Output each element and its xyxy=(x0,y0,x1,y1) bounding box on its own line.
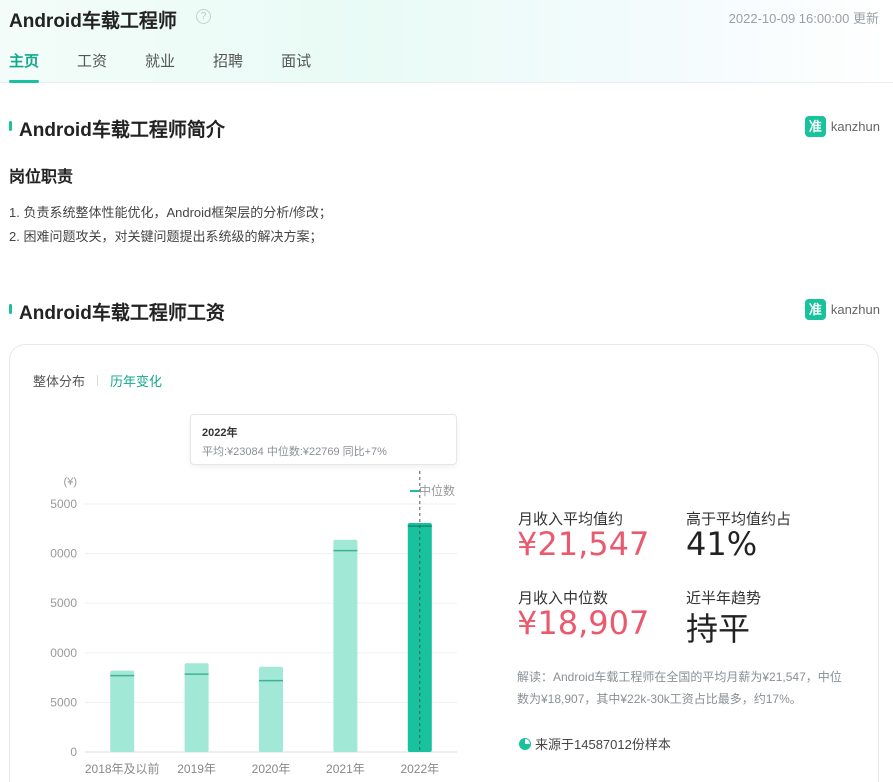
y-tick-label: 25000 xyxy=(50,497,77,511)
subtab-history[interactable]: 历年变化 xyxy=(110,371,162,390)
x-tick-label: 2021年 xyxy=(326,762,365,776)
pie-chart-icon xyxy=(519,737,531,750)
chart-bar xyxy=(184,663,209,752)
duty-item: 1. 负责系统整体性能优化，Android框架层的分析/修改； xyxy=(9,205,332,220)
salary-subtabs: 整体分布 历年变化 xyxy=(33,371,162,390)
y-tick-label: 0 xyxy=(70,745,77,759)
y-tick-label: 10000 xyxy=(50,646,77,660)
brand-name: kanzhun xyxy=(830,119,880,134)
subtab-divider xyxy=(97,375,99,386)
x-tick-label: 2018年及以前 xyxy=(85,761,160,776)
x-tick-label: 2022年 xyxy=(400,762,439,776)
duty-title: 岗位职责 xyxy=(9,169,74,186)
tab-interview[interactable]: 面试 xyxy=(281,50,311,82)
salary-section-title: Android车载工程师工资 xyxy=(9,298,225,325)
page-header: Android车载工程师 ? 2022-10-09 16:00:00 更新 主页… xyxy=(0,0,893,83)
intro-section-title: Android车载工程师简介 xyxy=(9,115,225,142)
x-tick-label: 2019年 xyxy=(177,762,216,776)
trend-value: 持平 xyxy=(686,610,751,648)
y-tick-label: 5000 xyxy=(50,695,77,709)
above-avg-value: 41% xyxy=(686,525,758,563)
y-tick-label: 15000 xyxy=(50,596,77,610)
legend-median-label: 中位数 xyxy=(419,483,455,498)
tab-salary[interactable]: 工资 xyxy=(77,50,107,82)
chart-tooltip: 2022年 平均:¥23084 中位数:¥22769 同比+7% xyxy=(190,414,457,465)
page-title: Android车载工程师 xyxy=(9,11,177,32)
tab-recruit[interactable]: 招聘 xyxy=(213,50,243,82)
salary-explanation: 解读：Android车载工程师在全国的平均月薪为¥21,547，中位数为¥18,… xyxy=(517,670,842,706)
main-tabs: 主页 工资 就业 招聘 面试 xyxy=(9,50,349,83)
salary-history-chart: (¥) 0 5000 10000 15000 20000 25000 2018年及以前 2019… xyxy=(50,470,457,776)
median-salary-value: ¥18,907 xyxy=(517,604,650,642)
tab-home[interactable]: 主页 xyxy=(9,50,40,83)
tab-employment[interactable]: 就业 xyxy=(145,50,175,82)
data-source: 来源于14587012份样本 xyxy=(519,734,671,753)
help-icon[interactable]: ? xyxy=(196,9,211,24)
kanzhun-logo-icon: 准 xyxy=(804,299,826,320)
tooltip-info: 平均:¥23084 中位数:¥22769 同比+7% xyxy=(202,446,387,458)
kanzhun-brand[interactable]: 准 kanzhun xyxy=(804,299,880,320)
subtab-distribution[interactable]: 整体分布 xyxy=(33,371,85,390)
tooltip-year: 2022年 xyxy=(202,427,238,439)
x-tick-label: 2020年 xyxy=(252,762,291,776)
update-time: 2022-10-09 16:00:00 更新 xyxy=(728,11,879,26)
kanzhun-brand[interactable]: 准 kanzhun xyxy=(804,116,880,137)
y-unit-label: (¥) xyxy=(64,476,77,488)
chart-bar xyxy=(259,666,283,752)
chart-bar xyxy=(333,539,358,752)
kanzhun-logo-icon: 准 xyxy=(804,116,826,137)
avg-salary-value: ¥21,547 xyxy=(517,525,650,563)
source-text: 来源于14587012份样本 xyxy=(535,737,671,752)
duty-item: 2. 困难问题攻关，对关键问题提出系统级的解决方案； xyxy=(9,229,323,244)
y-tick-label: 20000 xyxy=(50,547,77,561)
chart-bar xyxy=(110,670,135,752)
brand-name: kanzhun xyxy=(830,302,880,317)
